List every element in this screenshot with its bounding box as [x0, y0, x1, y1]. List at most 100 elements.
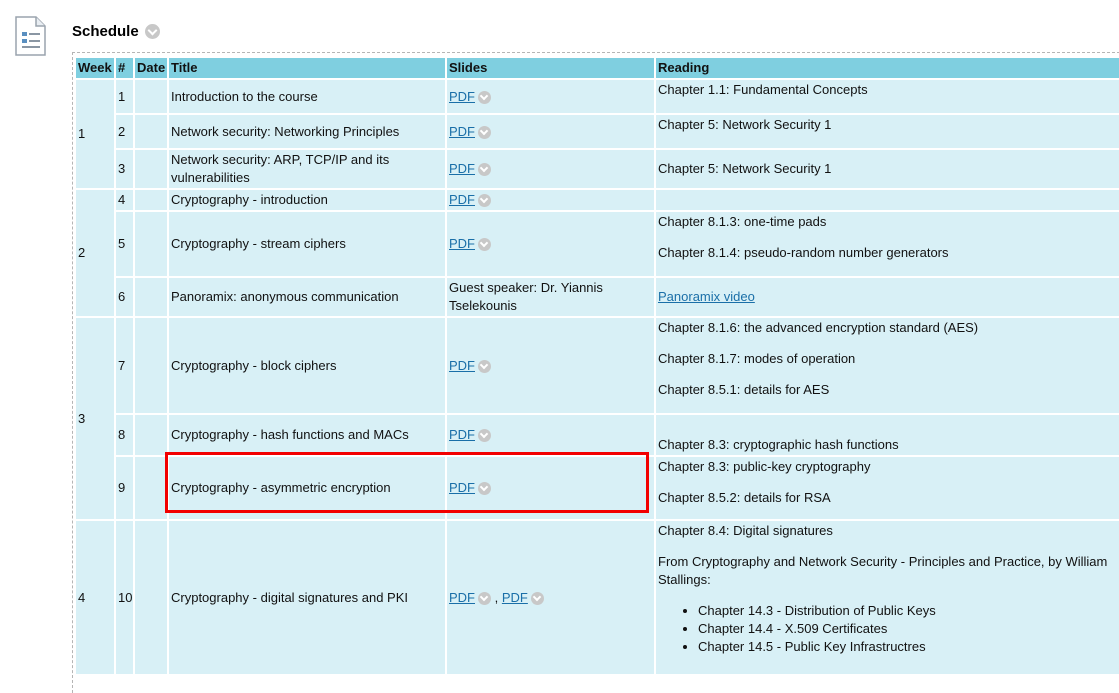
reading-text: Chapter 8.3: cryptographic hash function…	[658, 437, 899, 452]
list-item: Chapter 14.5 - Public Key Infrastructres	[698, 638, 1117, 656]
week-cell: 1	[74, 78, 116, 190]
chevron-down-icon[interactable]	[144, 23, 160, 39]
slides-cell: PDF	[445, 78, 656, 115]
pdf-link[interactable]: PDF	[449, 124, 475, 139]
slides-cell: PDF	[445, 148, 656, 190]
reading-text: Chapter 8.1.4: pseudo-random number gene…	[658, 245, 949, 260]
reading-cell: Chapter 5: Network Security 1	[654, 148, 1119, 190]
reading-cell: Chapter 5: Network Security 1	[654, 113, 1119, 150]
panoramix-video-link[interactable]: Panoramix video	[658, 289, 755, 304]
slides-cell: PDF	[445, 188, 656, 212]
pdf-link[interactable]: PDF	[449, 590, 475, 605]
chevron-down-icon[interactable]	[478, 163, 491, 177]
reading-text: From Cryptography and Network Security -…	[658, 554, 1108, 587]
slides-cell: PDF	[445, 113, 656, 150]
chevron-down-icon[interactable]	[478, 238, 491, 252]
separator-comma: ,	[494, 589, 499, 605]
column-header-number: #	[114, 56, 135, 80]
lecture-number: 1	[114, 78, 135, 115]
slides-cell: PDF	[445, 210, 656, 278]
lecture-number: 4	[114, 188, 135, 212]
reading-text: Chapter 8.3: public-key cryptography	[658, 459, 871, 474]
reading-list: Chapter 14.3 - Distribution of Public Ke…	[658, 602, 1117, 656]
lecture-title: Network security: Networking Principles	[167, 113, 447, 150]
slides-cell: Guest speaker: Dr. Yiannis Tselekounis	[445, 276, 656, 318]
chevron-down-icon[interactable]	[478, 591, 491, 605]
list-item: Chapter 14.3 - Distribution of Public Ke…	[698, 602, 1117, 620]
lecture-title: Panoramix: anonymous communication	[167, 276, 447, 318]
table-row: 2 4 Cryptography - introduction PDF	[74, 188, 1119, 318]
column-header-title: Title	[167, 56, 447, 80]
chevron-down-icon[interactable]	[478, 125, 491, 139]
chevron-down-icon[interactable]	[478, 359, 491, 373]
date-cell	[133, 188, 169, 212]
reading-text: Chapter 8.1.3: one-time pads	[658, 214, 827, 229]
chevron-down-icon[interactable]	[478, 90, 491, 104]
table-row: 6 Panoramix: anonymous communication Gue…	[75, 276, 1119, 318]
lecture-number: 5	[114, 210, 135, 278]
table-row: 1 1 Introduction to the course PDF Chapt…	[74, 78, 1119, 190]
week-cell: 4	[74, 519, 116, 676]
lecture-title: Cryptography - stream ciphers	[167, 210, 447, 278]
pdf-link[interactable]: PDF	[449, 236, 475, 251]
week-cell: 2	[74, 188, 116, 318]
column-header-date: Date	[133, 56, 169, 80]
pdf-link[interactable]: PDF	[449, 192, 475, 207]
chevron-down-icon[interactable]	[478, 482, 491, 496]
reading-text: Chapter 8.5.1: details for AES	[658, 382, 830, 397]
table-row: 8 Cryptography - hash functions and MACs…	[75, 413, 1119, 457]
lecture-number: 6	[114, 276, 135, 318]
reading-text: Chapter 8.4: Digital signatures	[658, 523, 833, 538]
pdf-link[interactable]: PDF	[502, 590, 528, 605]
reading-cell: Panoramix video	[654, 276, 1119, 318]
lecture-title: Cryptography - introduction	[167, 188, 447, 212]
section-title: Schedule	[72, 22, 139, 40]
lecture-title: Cryptography - asymmetric encryption	[167, 455, 447, 521]
reading-text: Chapter 8.1.6: the advanced encryption s…	[658, 320, 979, 335]
table-row: 3 7 Cryptography - block ciphers PDF Cha…	[74, 316, 1119, 521]
reading-text: Chapter 5: Network Security 1	[658, 117, 832, 132]
slides-cell: PDF	[445, 316, 656, 415]
lecture-title: Cryptography - hash functions and MACs	[167, 413, 447, 457]
lecture-number: 8	[114, 413, 135, 457]
pdf-link[interactable]: PDF	[449, 358, 475, 373]
table-row: 2 Network security: Networking Principle…	[75, 113, 1119, 150]
reading-text: Chapter 1.1: Fundamental Concepts	[658, 82, 868, 97]
date-cell	[133, 148, 169, 190]
pdf-link[interactable]: PDF	[449, 161, 475, 176]
date-cell	[133, 413, 169, 457]
reading-text: Chapter 5: Network Security 1	[658, 161, 832, 176]
reading-cell: Chapter 8.3: cryptographic hash function…	[654, 413, 1119, 457]
chevron-down-icon[interactable]	[530, 591, 544, 605]
lecture-number: 2	[114, 113, 135, 150]
table-row: 4 10 Cryptography - digital signatures a…	[74, 519, 1119, 676]
reading-cell: Chapter 8.3: public-key cryptography Cha…	[654, 455, 1119, 521]
lecture-number: 10	[114, 519, 135, 676]
chevron-down-icon[interactable]	[478, 194, 491, 208]
table-row: 3 Network security: ARP, TCP/IP and its …	[75, 148, 1119, 190]
lecture-number: 3	[114, 148, 135, 190]
reading-text: Chapter 8.1.7: modes of operation	[658, 351, 856, 366]
slides-cell: PDF , PDF	[445, 519, 656, 676]
lecture-number: 7	[114, 316, 135, 415]
lecture-title: Cryptography - block ciphers	[167, 316, 447, 415]
week-cell: 3	[74, 316, 116, 521]
slides-cell: PDF	[445, 413, 656, 457]
reading-cell: Chapter 8.1.6: the advanced encryption s…	[654, 316, 1119, 415]
pdf-link[interactable]: PDF	[449, 427, 475, 442]
document-icon	[15, 16, 46, 56]
reading-cell	[654, 188, 1119, 212]
column-header-reading: Reading	[654, 56, 1119, 80]
date-cell	[133, 455, 169, 521]
pdf-link[interactable]: PDF	[449, 89, 475, 104]
chevron-down-icon[interactable]	[478, 429, 491, 443]
date-cell	[133, 78, 169, 115]
pdf-link[interactable]: PDF	[449, 480, 475, 495]
schedule-table: Week # Date Title Slides Reading 1 1 Int…	[74, 56, 1119, 676]
list-item: Chapter 14.4 - X.509 Certificates	[698, 620, 1117, 638]
lecture-title: Network security: ARP, TCP/IP and its vu…	[167, 148, 447, 190]
table-row: 5 Cryptography - stream ciphers PDF Chap…	[75, 210, 1119, 278]
lecture-title: Introduction to the course	[167, 78, 447, 115]
date-cell	[133, 113, 169, 150]
reading-cell: Chapter 8.4: Digital signatures From Cry…	[654, 519, 1119, 676]
